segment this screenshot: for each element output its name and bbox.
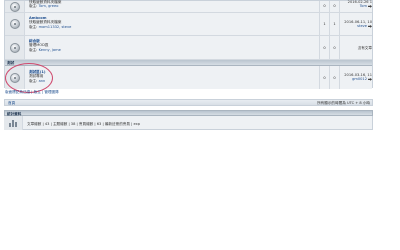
footer-nav-bar: 首頁 所有顯示的時間為 UTC + 8 小時 xyxy=(4,99,373,106)
highlight-annotation xyxy=(5,63,53,93)
posts-count: 0 xyxy=(333,4,336,8)
forum-read-icon xyxy=(10,19,20,29)
moderators-label: 版主: xyxy=(29,24,38,29)
moderators-label: 版主: xyxy=(29,4,38,9)
forum-row[interactable]: Ambcom 快取變數資料夾檔案 版主: mom11332, steve 1 1… xyxy=(5,13,372,36)
topics-count: 1 xyxy=(323,22,326,26)
last-post-user[interactable]: gm0012 xyxy=(352,77,367,81)
last-post-none: 沒有文章 xyxy=(357,46,372,50)
forum-table: 快取變數資料夾檔案 版主: Tom, greeo 0 0 2016-02-26 … xyxy=(4,0,374,89)
moderator-links[interactable]: Kenny, jame xyxy=(39,48,61,52)
topics-count: 0 xyxy=(323,4,326,8)
posts-count: 0 xyxy=(333,76,336,80)
stats-text: 文章總數 | 43 | 主題總數 | 38 | 會員總數 | 63 | 最新註冊… xyxy=(27,122,141,126)
posts-count: 0 xyxy=(333,46,336,50)
category-title[interactable]: 測試 xyxy=(7,61,14,65)
topics-count: 0 xyxy=(323,76,326,80)
go-to-post-icon[interactable] xyxy=(368,77,372,81)
timezone-note: 所有顯示的時間為 UTC + 8 小時 xyxy=(317,101,370,105)
go-to-post-icon[interactable] xyxy=(368,4,372,8)
forum-read-icon xyxy=(10,2,20,12)
forum-row[interactable]: 綜合版 管理MOD區 版主: Kenny, jame 0 0 沒有文章 xyxy=(5,36,372,60)
posts-count: 1 xyxy=(333,22,336,26)
moderator-links[interactable]: mom11332, steve xyxy=(39,25,72,29)
moderators-label: 版主: xyxy=(29,47,38,52)
topics-count: 0 xyxy=(323,46,326,50)
last-post-user[interactable]: steve xyxy=(357,24,367,28)
board-links[interactable]: 版面標記為已讀 | 版主 | 管理團隊 xyxy=(5,90,59,94)
forum-read-icon xyxy=(10,43,20,53)
last-post-cell: 2016-06-11, 10 steve xyxy=(339,13,374,35)
last-post-user[interactable]: Tom xyxy=(360,4,367,8)
home-link[interactable]: 首頁 xyxy=(8,101,15,105)
last-post-cell: 2016-02-26 1 Tom xyxy=(339,0,374,12)
forum-row[interactable]: 快取變數資料夾檔案 版主: Tom, greeo 0 0 2016-02-26 … xyxy=(5,0,374,13)
forum-row[interactable]: 測試區(1) 測試專用 版主: ann 0 0 2016-03-16, 11 g… xyxy=(5,66,372,89)
go-to-post-icon[interactable] xyxy=(368,24,372,28)
moderator-links[interactable]: Tom, greeo xyxy=(39,4,59,8)
last-post-cell: 沒有文章 xyxy=(339,36,374,59)
last-post-cell: 2016-03-16, 11 gm0012 xyxy=(339,66,374,89)
statistics-icon xyxy=(9,119,19,127)
